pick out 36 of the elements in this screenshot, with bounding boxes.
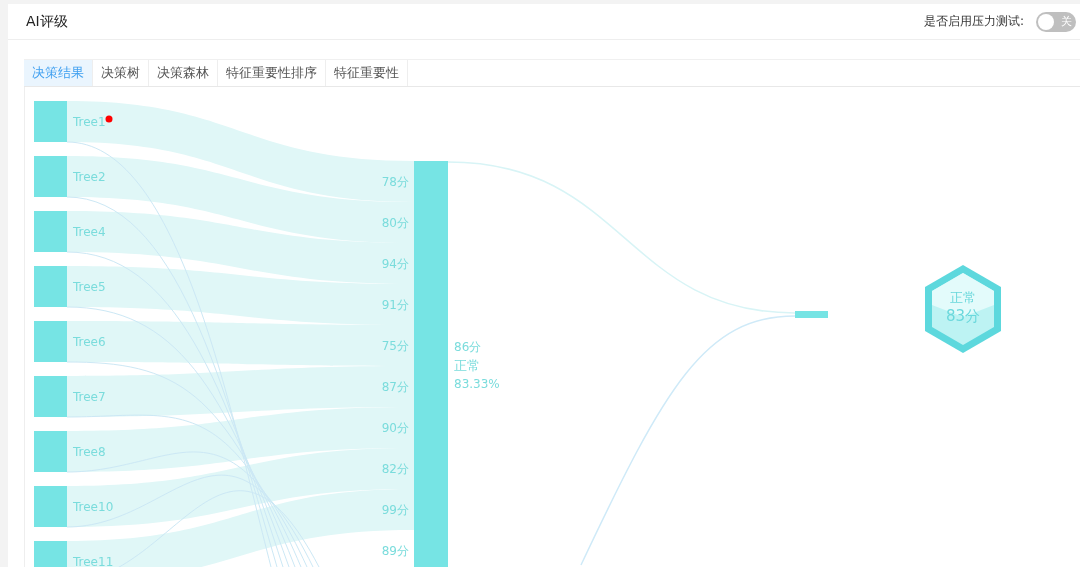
tree-label: Tree6	[73, 335, 106, 349]
score-label: 89分	[381, 544, 409, 558]
result-node	[795, 311, 828, 318]
tree-node	[34, 431, 67, 472]
score-label: 91分	[381, 298, 409, 312]
tree-label: Tree11	[73, 555, 114, 567]
aggregate-score: 86分	[454, 340, 482, 354]
score-label: 99分	[381, 503, 409, 517]
tree-node	[34, 156, 67, 197]
tree-node	[34, 321, 67, 362]
score-label: 78分	[381, 175, 409, 189]
tree-label: Tree5	[73, 280, 106, 294]
tree-node	[34, 486, 67, 527]
tree-node	[34, 101, 67, 142]
result-score: 83分	[945, 307, 981, 325]
result-status: 正常	[950, 290, 976, 305]
tree-label: Tree10	[73, 500, 114, 514]
tree-node	[34, 376, 67, 417]
tree-label: Tree8	[73, 445, 106, 459]
score-label: 80分	[381, 216, 409, 230]
tree-label: Tree4	[73, 225, 106, 239]
score-label: 94分	[381, 257, 409, 271]
tree-node	[34, 541, 67, 567]
score-label: 82分	[381, 462, 409, 476]
page-title: AI评级	[26, 12, 68, 31]
tree-label: Tree2	[73, 170, 106, 184]
tree-label: Tree7	[73, 390, 106, 404]
tree-node	[34, 266, 67, 307]
score-label: 75分	[381, 339, 409, 353]
aggregate-status: 正常	[454, 358, 480, 373]
aggregate-percent: 83.33%	[454, 377, 500, 391]
tree-label: Tree1	[73, 115, 106, 129]
score-label: 90分	[381, 421, 409, 435]
stress-test-label: 是否启用压力测试:	[923, 13, 1024, 30]
tree-node	[34, 211, 67, 252]
score-label: 87分	[381, 380, 409, 394]
